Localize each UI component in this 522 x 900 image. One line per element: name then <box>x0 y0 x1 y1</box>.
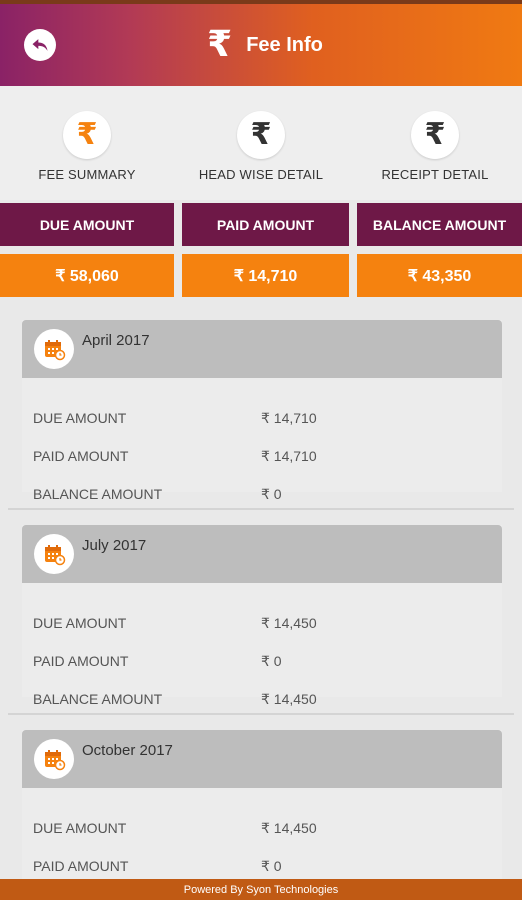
row-label: BALANCE AMOUNT <box>33 691 163 707</box>
row-value: ₹ 0 <box>261 486 282 502</box>
tab-label: HEAD WISE DETAIL <box>198 167 324 182</box>
installment-title: July 2017 <box>82 537 147 554</box>
header-title-group: ₹ Fee Info <box>207 27 323 63</box>
installment-card: April 2017 DUE AMOUNT ₹ 14,710 PAID AMOU… <box>22 320 502 502</box>
tab-receipt-detail[interactable]: ₹ RECEIPT DETAIL <box>348 86 522 200</box>
row-value: ₹ 14,450 <box>261 820 317 836</box>
tab-label: RECEIPT DETAIL <box>381 167 489 182</box>
installment-row: PAID AMOUNT ₹ 14,710 <box>22 437 502 475</box>
installment-title: April 2017 <box>82 332 150 349</box>
installment-header: April 2017 <box>22 320 502 378</box>
row-value: ₹ 14,450 <box>261 691 317 707</box>
row-value: ₹ 14,710 <box>261 448 317 464</box>
installment-header: July 2017 <box>22 525 502 583</box>
installment-card: July 2017 DUE AMOUNT ₹ 14,450 PAID AMOUN… <box>22 525 502 707</box>
row-label: DUE AMOUNT <box>33 410 127 426</box>
calendar-icon-badge <box>34 534 74 574</box>
installment-card: October 2017 DUE AMOUNT ₹ 14,450 PAID AM… <box>22 730 502 879</box>
app-header: ₹ Fee Info <box>0 4 522 86</box>
fee-tabs: ₹ FEE SUMMARY ₹ HEAD WISE DETAIL ₹ RECEI… <box>0 86 522 200</box>
back-arrow-icon <box>32 39 48 51</box>
tab-head-wise-detail[interactable]: ₹ HEAD WISE DETAIL <box>174 86 348 200</box>
row-label: PAID AMOUNT <box>33 653 129 669</box>
installment-title: October 2017 <box>82 742 173 759</box>
rupee-icon: ₹ <box>237 111 285 159</box>
page-title: Fee Info <box>246 33 323 56</box>
due-amount-header: DUE AMOUNT <box>0 203 174 246</box>
divider <box>8 508 514 510</box>
tab-label: FEE SUMMARY <box>38 167 136 182</box>
row-label: PAID AMOUNT <box>33 858 129 874</box>
rupee-icon: ₹ <box>207 24 233 65</box>
paid-amount-header: PAID AMOUNT <box>182 203 349 246</box>
row-value: ₹ 0 <box>261 653 282 669</box>
balance-amount-header: BALANCE AMOUNT <box>357 203 522 246</box>
paid-amount-value: ₹ 14,710 <box>182 254 349 297</box>
rupee-icon: ₹ <box>411 111 459 159</box>
installment-row: DUE AMOUNT ₹ 14,450 <box>22 809 502 847</box>
installment-row: DUE AMOUNT ₹ 14,710 <box>22 399 502 437</box>
row-label: DUE AMOUNT <box>33 820 127 836</box>
installment-row: PAID AMOUNT ₹ 0 <box>22 642 502 680</box>
divider <box>8 713 514 715</box>
calendar-icon <box>45 340 66 361</box>
due-amount-value: ₹ 58,060 <box>0 254 174 297</box>
rupee-icon: ₹ <box>63 111 111 159</box>
footer-credit: Powered By Syon Technologies <box>0 879 522 900</box>
calendar-icon <box>45 750 66 771</box>
row-value: ₹ 14,450 <box>261 615 317 631</box>
installment-header: October 2017 <box>22 730 502 788</box>
row-label: BALANCE AMOUNT <box>33 486 163 502</box>
tab-fee-summary[interactable]: ₹ FEE SUMMARY <box>0 86 174 200</box>
calendar-icon-badge <box>34 329 74 369</box>
row-value: ₹ 0 <box>261 858 282 874</box>
installment-row: PAID AMOUNT ₹ 0 <box>22 847 502 879</box>
balance-amount-value: ₹ 43,350 <box>357 254 522 297</box>
installment-row: DUE AMOUNT ₹ 14,450 <box>22 604 502 642</box>
back-button[interactable] <box>24 29 56 61</box>
row-label: DUE AMOUNT <box>33 615 127 631</box>
calendar-icon <box>45 545 66 566</box>
row-value: ₹ 14,710 <box>261 410 317 426</box>
calendar-icon-badge <box>34 739 74 779</box>
installment-list[interactable]: April 2017 DUE AMOUNT ₹ 14,710 PAID AMOU… <box>0 300 522 879</box>
row-label: PAID AMOUNT <box>33 448 129 464</box>
